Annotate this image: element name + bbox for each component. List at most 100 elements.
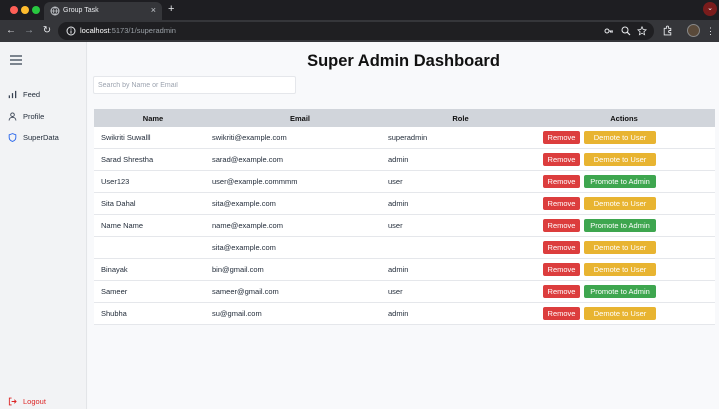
user-email-cell: sameer@gmail.com [212,280,388,303]
demote-to-user-button[interactable]: Demote to User [584,197,656,211]
remove-user-button[interactable]: Remove [543,131,580,145]
user-role-cell: admin [388,302,533,325]
table-row: sita@example.com Remove Demote to User [94,236,715,259]
bookmark-star-icon[interactable] [637,26,647,36]
sidebar-item-superdata[interactable]: SuperData [8,130,59,144]
sidebar-item-profile[interactable]: Profile [8,109,44,123]
table-row: Name Name name@example.com user Remove Promo… [94,214,715,237]
demote-to-user-button[interactable]: Demote to User [584,240,656,254]
profile-avatar[interactable] [687,24,700,37]
users-table: Name Email Role Actions Swikriti Suwalll… [94,109,715,325]
table-row: Binayak bin@gmail.com admin Remove Demote to… [94,258,715,281]
shield-icon [8,132,17,142]
hamburger-menu-icon[interactable] [10,55,22,65]
more-menu-icon[interactable]: ⋮ [706,24,715,38]
main-content: Super Admin Dashboard Name Email Role Ac… [88,42,719,409]
user-name-cell: User123 [94,170,212,194]
remove-user-button[interactable]: Remove [543,284,580,298]
demote-to-user-button[interactable]: Demote to User [584,306,656,320]
column-header-actions: Actions [533,109,715,127]
remove-user-button[interactable]: Remove [543,306,580,320]
browser-toolbar: ← → ↻ localhost:5173/1/superadmin ⋮ [0,20,719,42]
user-role-cell: admin [388,258,533,281]
remove-user-button[interactable]: Remove [543,219,580,232]
user-role-cell: superadmin [388,127,533,150]
url-path: :5173/1/superadmin [109,26,176,35]
logout-icon [8,397,17,405]
user-email-cell: bin@gmail.com [212,258,388,281]
user-role-cell: user [388,214,533,237]
user-email-cell: sita@example.com [212,192,388,216]
logout-label: Logout [23,396,46,406]
user-role-cell [388,236,533,259]
column-header-name: Name [94,109,212,127]
chevron-down-icon[interactable]: ⌄ [703,2,717,16]
user-role-cell: user [388,170,533,194]
browser-tab[interactable]: Group Task × [44,2,162,20]
demote-to-user-button[interactable]: Demote to User [584,262,656,276]
user-email-cell: user@example.commmm [212,170,388,194]
forward-arrow-icon[interactable]: → [22,24,36,38]
promote-to-admin-button[interactable]: Promote to Admin [584,284,656,298]
user-role-cell: user [388,280,533,303]
user-actions-cell: Remove Promote to Admin [533,170,715,194]
table-row: Sita Dahal sita@example.com admin Remove Dem… [94,192,715,216]
site-info-icon[interactable] [66,26,76,36]
user-email-cell: swikriti@example.com [212,127,388,150]
sidebar-item-label: SuperData [23,132,59,142]
search-input[interactable] [93,76,296,94]
user-email-cell: sarad@example.com [212,148,388,172]
user-name-cell: Swikriti Suwalll [94,127,212,150]
demote-to-user-button[interactable]: Demote to User [584,131,656,145]
zoom-icon[interactable] [621,26,631,36]
user-email-cell: name@example.com [212,214,388,237]
user-name-cell: Sarad Shrestha [94,148,212,172]
reload-icon[interactable]: ↻ [40,24,54,38]
logout-button[interactable]: Logout [8,394,46,408]
sidebar-item-feed[interactable]: Feed [8,87,40,101]
user-icon [8,111,17,121]
user-name-cell [94,236,212,259]
user-actions-cell: Remove Demote to User [533,148,715,172]
url-host: localhost [80,26,110,35]
remove-user-button[interactable]: Remove [543,197,580,211]
user-actions-cell: Remove Demote to User [533,302,715,325]
promote-to-admin-button[interactable]: Promote to Admin [584,175,656,189]
column-header-email: Email [212,109,388,127]
table-row: Shubha su@gmail.com admin Remove Demote to U… [94,302,715,325]
globe-icon [50,6,60,16]
url-text: localhost:5173/1/superadmin [80,25,176,37]
table-row: User123 user@example.commmm user Remove Prom… [94,170,715,194]
remove-user-button[interactable]: Remove [543,153,580,167]
user-actions-cell: Remove Promote to Admin [533,214,715,237]
extensions-puzzle-icon[interactable] [662,25,673,36]
password-key-icon[interactable] [604,26,614,36]
user-name-cell: Binayak [94,258,212,281]
close-window-button[interactable] [10,6,18,14]
promote-to-admin-button[interactable]: Promote to Admin [584,219,656,232]
minimize-window-button[interactable] [21,6,29,14]
new-tab-button[interactable]: + [168,2,174,16]
page-title: Super Admin Dashboard [307,52,500,70]
remove-user-button[interactable]: Remove [543,262,580,276]
remove-user-button[interactable]: Remove [543,175,580,189]
maximize-window-button[interactable] [32,6,40,14]
sidebar: Feed Profile SuperData Logout [0,42,87,409]
bar-chart-icon [8,90,17,98]
tab-title: Group Task [63,7,99,14]
remove-user-button[interactable]: Remove [543,240,580,254]
table-row: Swikriti Suwalll swikriti@example.com supe… [94,127,715,150]
table-header-row: Name Email Role Actions [94,109,715,127]
address-bar[interactable]: localhost:5173/1/superadmin [58,22,654,40]
demote-to-user-button[interactable]: Demote to User [584,153,656,167]
users-table-body: Swikriti Suwalll swikriti@example.com supe… [94,127,715,325]
user-actions-cell: Remove Demote to User [533,127,715,150]
user-email-cell: sita@example.com [212,236,388,259]
tab-close-icon[interactable]: × [151,4,156,16]
user-name-cell: Sameer [94,280,212,303]
user-actions-cell: Remove Promote to Admin [533,280,715,303]
user-role-cell: admin [388,148,533,172]
user-actions-cell: Remove Demote to User [533,258,715,281]
back-arrow-icon[interactable]: ← [4,24,18,38]
user-name-cell: Shubha [94,302,212,325]
